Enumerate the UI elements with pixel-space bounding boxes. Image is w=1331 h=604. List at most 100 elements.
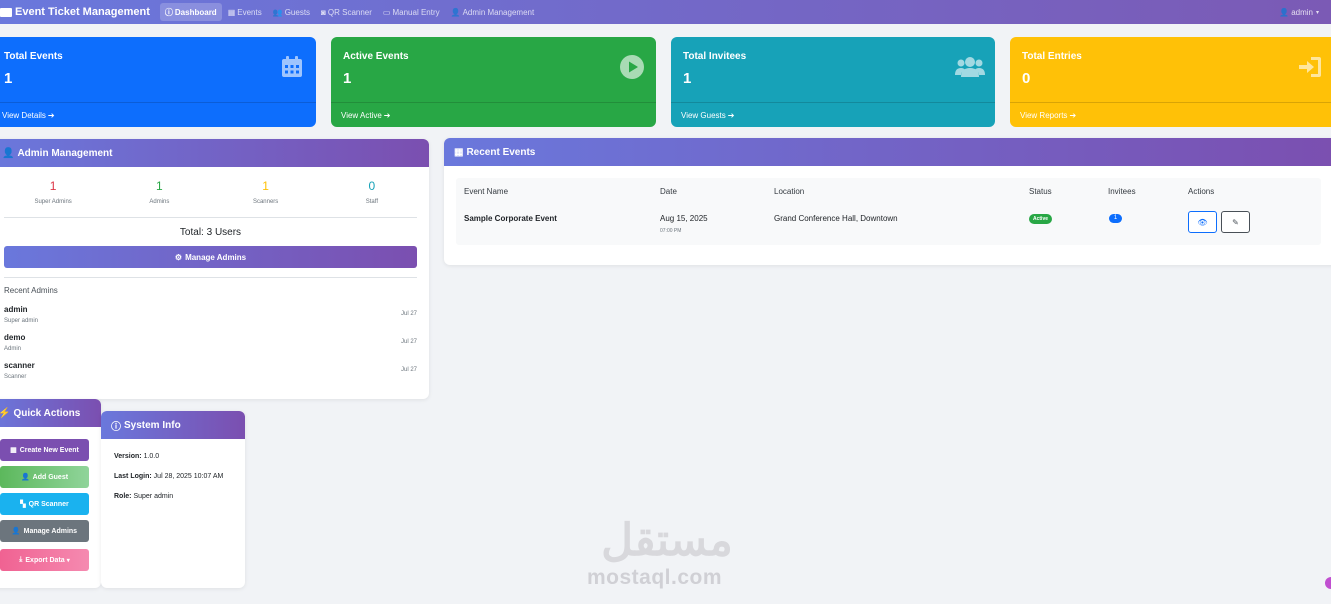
nav-admin-management-label: Admin Management bbox=[462, 7, 535, 17]
calendar-plus-icon: ▦ bbox=[10, 447, 17, 454]
version-label: Version: bbox=[114, 453, 142, 460]
panel-title: Admin Management bbox=[17, 147, 113, 159]
count-super-admins: 1 Super Admins bbox=[0, 179, 106, 205]
caret-down-icon: ▾ bbox=[66, 557, 70, 564]
edit-event-button[interactable]: ✎ bbox=[1221, 211, 1250, 233]
panel-title: System Info bbox=[124, 419, 181, 431]
floating-widget-button[interactable] bbox=[1325, 577, 1331, 589]
create-new-event-button[interactable]: ▦ Create New Event bbox=[0, 439, 89, 461]
nav-qr-scanner[interactable]: ◙ QR Scanner bbox=[316, 3, 377, 21]
stat-value: 1 bbox=[4, 70, 13, 87]
admin-name: scanner bbox=[4, 361, 35, 370]
nav-events[interactable]: ▦ Events bbox=[223, 3, 267, 21]
count-value: 1 bbox=[49, 179, 57, 193]
recent-admin-row: admin Super admin Jul 27 bbox=[4, 305, 417, 329]
admin-role: Admin bbox=[4, 346, 22, 352]
user-icon: 👤 bbox=[1279, 7, 1290, 17]
invitees-badge: 1 bbox=[1109, 214, 1122, 223]
edit-icon: ✎ bbox=[1232, 217, 1239, 227]
manage-admins-button[interactable]: ⚙ Manage Admins bbox=[4, 246, 417, 268]
manage-admins-quick-button[interactable]: 👤 Manage Admins bbox=[0, 520, 89, 542]
col-header-event-name: Event Name bbox=[464, 187, 509, 196]
panel-title: Quick Actions bbox=[13, 407, 81, 419]
count-label: Super Admins bbox=[34, 199, 72, 205]
count-scanners: 1 Scanners bbox=[213, 179, 319, 205]
user-plus-icon: 👤 bbox=[20, 474, 30, 481]
watermark-logo: mostaql.com bbox=[587, 566, 723, 589]
last-login-row: Last Login: Jul 28, 2025 10:07 AM bbox=[114, 473, 223, 480]
user-gear-icon: 👤 bbox=[2, 147, 15, 159]
col-header-date: Date bbox=[660, 187, 677, 196]
divider bbox=[4, 277, 417, 278]
version-row: Version: 1.0.0 bbox=[114, 453, 159, 460]
nav-admin-management[interactable]: 👤 Admin Management bbox=[446, 3, 540, 21]
info-icon: ⓘ bbox=[164, 7, 173, 17]
user-gear-icon: 👤 bbox=[11, 528, 21, 535]
stat-card-total-invitees: Total Invitees 1 View Guests ➔ bbox=[671, 37, 995, 127]
panel-header: ▦ Recent Events bbox=[444, 138, 1331, 166]
nav-manual-entry-label: Manual Entry bbox=[392, 7, 440, 17]
admin-name: admin bbox=[4, 305, 28, 314]
total-users: Total: 3 Users bbox=[179, 227, 242, 238]
top-navbar: Event Ticket Management ⓘ Dashboard ▦ Ev… bbox=[0, 0, 1331, 24]
nav-guests-label: Guests bbox=[284, 7, 311, 17]
stat-card-active-events: Active Events 1 View Active ➔ bbox=[331, 37, 656, 127]
role-value: Super admin bbox=[133, 493, 174, 500]
count-value: 1 bbox=[156, 179, 163, 193]
count-label: Scanners bbox=[252, 199, 279, 205]
qr-scanner-button[interactable]: ▚ QR Scanner bbox=[0, 493, 89, 515]
brand[interactable]: Event Ticket Management bbox=[0, 6, 150, 18]
recent-admin-row: demo Admin Jul 27 bbox=[4, 333, 417, 357]
camera-icon: ◙ bbox=[321, 7, 326, 17]
stat-card-total-entries: Total Entries 0 View Reports ➔ bbox=[1010, 37, 1331, 127]
button-label: Manage Admins bbox=[23, 527, 78, 535]
manage-admins-label: Manage Admins bbox=[185, 252, 247, 262]
view-event-button[interactable]: 👁 bbox=[1188, 211, 1217, 233]
button-label: Create New Event bbox=[19, 446, 79, 454]
stat-title: Total Entries bbox=[1022, 51, 1082, 62]
export-data-button[interactable]: ⤓ Export Data ▾ bbox=[0, 549, 89, 571]
view-guests-link[interactable]: View Guests ➔ bbox=[671, 102, 995, 127]
admin-management-panel: 👤 Admin Management 1 Super Admins 1 Admi… bbox=[0, 139, 429, 399]
event-name: Sample Corporate Event bbox=[464, 214, 557, 223]
users-icon bbox=[955, 57, 985, 77]
view-details-link[interactable]: View Details ➔ bbox=[0, 102, 316, 127]
qrcode-icon: ▚ bbox=[20, 501, 26, 508]
stat-footer-label: View Guests bbox=[681, 110, 726, 120]
recent-admins-label: Recent Admins bbox=[4, 286, 58, 295]
version-value: 1.0.0 bbox=[143, 453, 160, 460]
arrow-right-icon: ➔ bbox=[383, 110, 391, 120]
stat-value: 1 bbox=[683, 70, 692, 87]
button-label: QR Scanner bbox=[28, 500, 69, 508]
view-reports-link[interactable]: View Reports ➔ bbox=[1010, 102, 1331, 127]
user-menu[interactable]: 👤 admin ▾ bbox=[1279, 0, 1319, 24]
user-gear-icon: 👤 bbox=[450, 7, 461, 17]
quick-actions-panel: ⚡ Quick Actions ▦ Create New Event 👤 Add… bbox=[0, 399, 101, 588]
button-label: Export Data bbox=[25, 556, 65, 564]
arrow-right-icon: ➔ bbox=[1069, 110, 1077, 120]
users-icon: 👥 bbox=[272, 7, 283, 17]
stat-footer-label: View Active bbox=[341, 110, 382, 120]
admin-role: Scanner bbox=[4, 374, 27, 380]
nav-qr-scanner-label: QR Scanner bbox=[327, 7, 372, 17]
recent-admin-row: scanner Scanner Jul 27 bbox=[4, 361, 417, 385]
arrow-right-icon: ➔ bbox=[47, 110, 55, 120]
watermark-logo-arabic: مستقل bbox=[601, 516, 733, 565]
nav-guests[interactable]: 👥 Guests bbox=[268, 3, 315, 21]
events-table: Event Name Date Location Status Invitees… bbox=[456, 178, 1321, 245]
panel-header: ⓘ System Info bbox=[101, 411, 245, 439]
admin-date: Jul 27 bbox=[400, 339, 417, 345]
count-label: Staff bbox=[365, 199, 378, 205]
event-date: Aug 15, 2025 bbox=[660, 214, 708, 223]
count-value: 0 bbox=[368, 179, 376, 193]
arrow-right-icon: ➔ bbox=[727, 110, 735, 120]
info-icon: ⓘ bbox=[111, 421, 121, 433]
admin-name: demo bbox=[4, 333, 26, 342]
nav-dashboard[interactable]: ⓘ Dashboard bbox=[159, 3, 222, 21]
nav-manual-entry[interactable]: ▭ Manual Entry bbox=[378, 3, 445, 21]
brand-title: Event Ticket Management bbox=[15, 6, 150, 18]
view-active-link[interactable]: View Active ➔ bbox=[331, 102, 656, 127]
col-header-invitees: Invitees bbox=[1108, 187, 1136, 196]
eye-icon: 👁 bbox=[1197, 217, 1208, 227]
add-guest-button[interactable]: 👤 Add Guest bbox=[0, 466, 89, 488]
